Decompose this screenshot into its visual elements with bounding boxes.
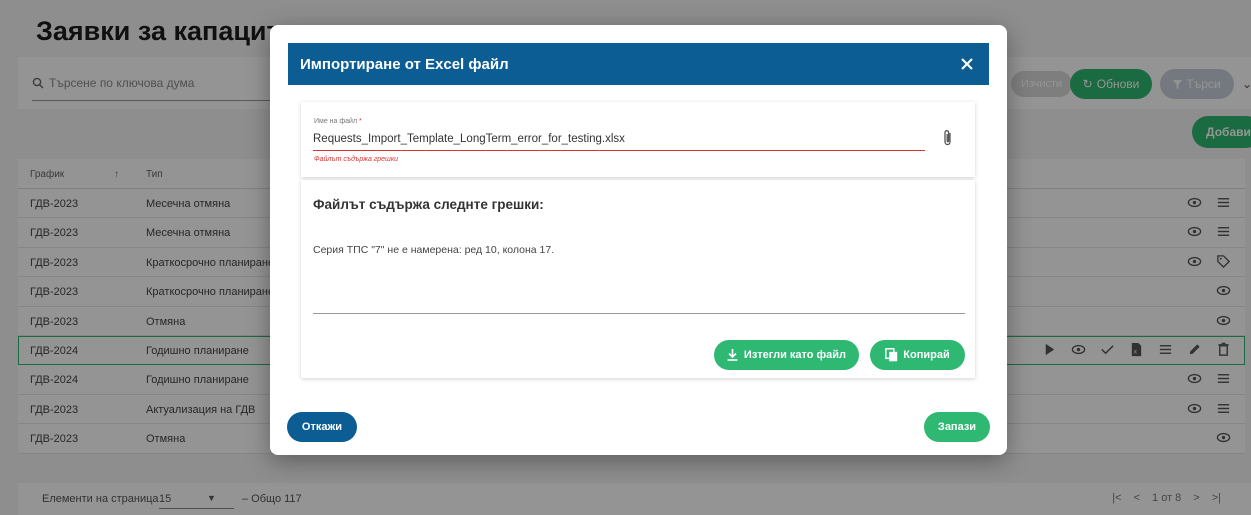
import-excel-dialog: Импортиране от Excel файл Име на файл * … — [270, 25, 1007, 455]
attach-icon[interactable] — [941, 129, 955, 147]
dialog-title: Импортиране от Excel файл — [300, 55, 509, 73]
copy-button[interactable]: Копирай — [870, 340, 965, 370]
close-icon[interactable] — [957, 54, 977, 74]
dialog-header: Импортиране от Excel файл — [288, 43, 989, 85]
file-error-message: Файлът съдържа грешки — [314, 156, 399, 163]
file-card: Име на файл * Requests_Import_Template_L… — [301, 102, 975, 177]
copy-label: Копирай — [903, 349, 950, 361]
errors-title: Файлът съдържа следнте грешки: — [313, 197, 544, 212]
errors-card: Файлът съдържа следнте грешки: Серия ТПС… — [301, 180, 975, 378]
copy-icon — [885, 348, 898, 362]
file-name-label: Име на файл * — [314, 118, 362, 125]
save-button[interactable]: Запази — [924, 412, 990, 442]
cancel-button[interactable]: Откажи — [287, 412, 357, 442]
file-name-label-text: Име на файл — [314, 118, 358, 125]
required-mark: * — [359, 118, 362, 125]
file-name-field[interactable]: Requests_Import_Template_LongTerm_error_… — [313, 129, 925, 151]
errors-divider — [313, 313, 965, 314]
download-as-file-button[interactable]: Изтегли като файл — [714, 340, 859, 370]
errors-text: Серия ТПС "7" не е намерена: ред 10, кол… — [313, 244, 555, 256]
download-label: Изтегли като файл — [743, 349, 847, 361]
download-icon — [727, 349, 738, 361]
